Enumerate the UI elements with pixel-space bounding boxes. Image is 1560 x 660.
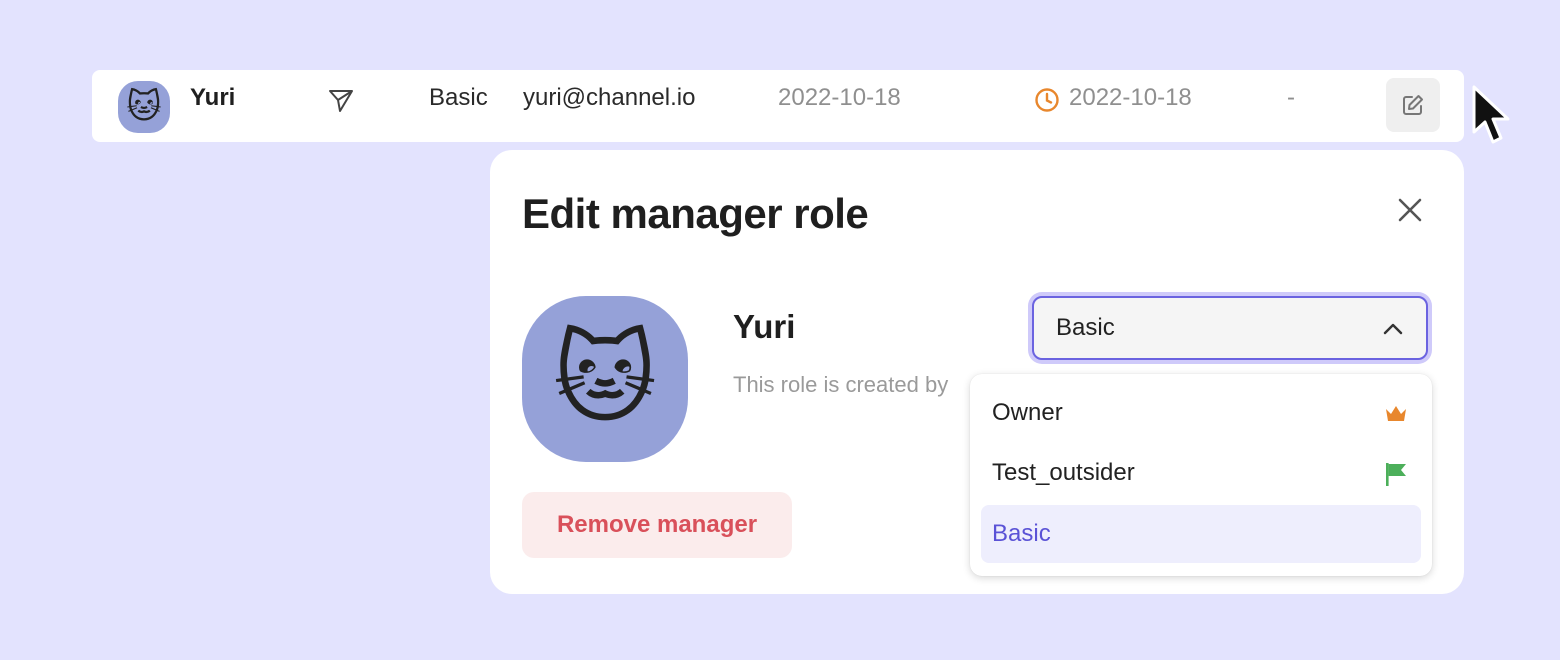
manager-name: Yuri: [190, 84, 236, 111]
cat-avatar-emoji: 🐱: [552, 323, 658, 435]
role-option-owner[interactable]: Owner: [981, 384, 1421, 442]
manager-row[interactable]: 🐱 Yuri Basic yuri@channel.io 2022-10-18 …: [92, 70, 1464, 142]
avatar: 🐱: [522, 296, 688, 462]
option-label: Test_outsider: [992, 459, 1135, 486]
close-icon: [1398, 198, 1422, 222]
edit-button[interactable]: [1386, 78, 1440, 132]
cat-avatar-emoji: 🐱: [126, 88, 162, 126]
role-select[interactable]: Basic: [1032, 296, 1428, 360]
created-date: 2022-10-18: [778, 84, 901, 111]
option-label: Basic: [992, 520, 1051, 547]
user-name: Yuri: [733, 308, 796, 345]
role-dropdown-menu: Owner Test_outsider Basic: [970, 374, 1432, 576]
remove-manager-button[interactable]: Remove manager: [522, 492, 792, 558]
option-label: Owner: [992, 399, 1063, 426]
manager-email: yuri@channel.io: [523, 84, 696, 111]
role-option-basic[interactable]: Basic: [981, 505, 1421, 563]
modal-title: Edit manager role: [522, 190, 869, 237]
empty-value: -: [1287, 84, 1295, 111]
crown-icon: [1386, 406, 1406, 421]
edit-icon: [1403, 95, 1423, 115]
mouse-cursor-icon: [1472, 85, 1510, 144]
close-button[interactable]: [1390, 190, 1430, 230]
flag-icon: [1386, 463, 1406, 486]
role-option-test-outsider[interactable]: Test_outsider: [981, 444, 1421, 502]
send-icon[interactable]: [327, 87, 355, 115]
role-select-value: Basic: [1056, 314, 1115, 341]
avatar: 🐱: [118, 81, 170, 133]
manager-role: Basic: [429, 84, 488, 111]
last-active-date: 2022-10-18: [1069, 84, 1192, 111]
role-description: This role is created by: [733, 372, 949, 397]
chevron-up-icon: [1383, 323, 1403, 335]
clock-icon: [1035, 88, 1059, 112]
